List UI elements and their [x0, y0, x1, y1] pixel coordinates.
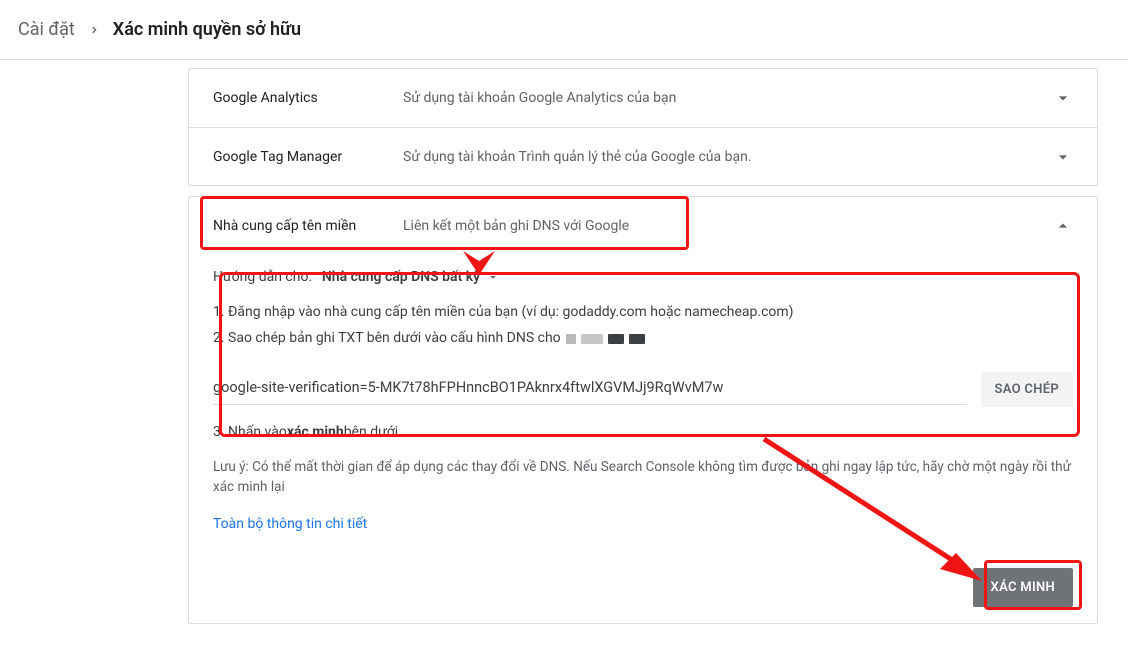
dns-step-3: 3. Nhấn vào xác minh bên dưới	[213, 421, 1073, 443]
dns-step-2: 2. Sao chép bản ghi TXT bên dưới vào cấu…	[213, 327, 1073, 349]
breadcrumb: Cài đặt Xác minh quyền sở hữu	[0, 0, 1128, 60]
redacted-block	[629, 334, 645, 344]
dns-step-1: 1. Đăng nhập vào nhà cung cấp tên miền c…	[213, 301, 1073, 323]
dns-provider-value: Nhà cung cấp DNS bất kỳ	[322, 269, 480, 285]
full-details-link[interactable]: Toàn bộ thông tin chi tiết	[213, 516, 367, 532]
method-desc: Liên kết một bản ghi DNS với Google	[403, 218, 1053, 234]
method-dns-card: Nhà cung cấp tên miền Liên kết một bản g…	[188, 196, 1098, 624]
redacted-block	[566, 334, 576, 344]
copy-button[interactable]: SAO CHÉP	[981, 372, 1073, 407]
dns-provider-select[interactable]: Nhà cung cấp DNS bất kỳ	[322, 269, 500, 285]
method-desc: Sử dụng tài khoản Trình quản lý thẻ của …	[403, 149, 1053, 165]
dns-panel-body: Hướng dẫn cho: Nhà cung cấp DNS bất kỳ 1…	[189, 255, 1097, 554]
page-title: Xác minh quyền sở hữu	[113, 19, 301, 40]
chevron-down-icon	[1053, 88, 1073, 108]
dropdown-icon	[486, 270, 500, 284]
txt-record-input[interactable]	[213, 373, 967, 405]
redacted-block	[608, 334, 624, 344]
collapsed-methods-card: Google Analytics Sử dụng tài khoản Googl…	[188, 68, 1098, 186]
method-google-tag-manager[interactable]: Google Tag Manager Sử dụng tài khoản Trì…	[189, 127, 1097, 185]
method-google-analytics[interactable]: Google Analytics Sử dụng tài khoản Googl…	[189, 69, 1097, 127]
chevron-down-icon	[1053, 147, 1073, 167]
method-desc: Sử dụng tài khoản Google Analytics của b…	[403, 90, 1053, 106]
breadcrumb-settings[interactable]: Cài đặt	[18, 19, 75, 40]
dns-note: Lưu ý: Có thể mất thời gian để áp dụng c…	[213, 457, 1073, 498]
method-title: Google Tag Manager	[213, 149, 403, 165]
method-title: Nhà cung cấp tên miền	[213, 218, 403, 234]
verify-button[interactable]: XÁC MINH	[973, 568, 1073, 607]
method-dns-header[interactable]: Nhà cung cấp tên miền Liên kết một bản g…	[189, 197, 1097, 255]
chevron-right-icon	[89, 25, 99, 35]
chevron-up-icon	[1053, 216, 1073, 236]
method-title: Google Analytics	[213, 90, 403, 106]
redacted-block	[581, 334, 603, 344]
instructions-for-label: Hướng dẫn cho:	[213, 269, 312, 285]
